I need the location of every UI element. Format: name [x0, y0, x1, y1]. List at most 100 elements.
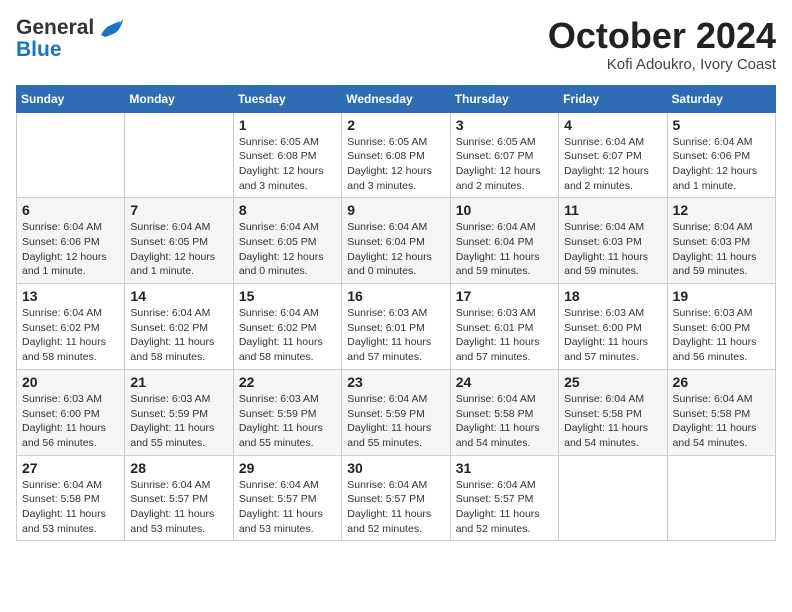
day-info: Sunrise: 6:04 AM Sunset: 6:06 PM Dayligh… — [673, 135, 770, 194]
calendar-table: SundayMondayTuesdayWednesdayThursdayFrid… — [16, 85, 776, 542]
day-number: 25 — [564, 374, 661, 390]
day-number: 27 — [22, 460, 119, 476]
day-number: 1 — [239, 117, 336, 133]
calendar-cell: 23Sunrise: 6:04 AM Sunset: 5:59 PM Dayli… — [342, 369, 450, 455]
weekday-header-row: SundayMondayTuesdayWednesdayThursdayFrid… — [17, 85, 776, 112]
calendar-cell: 26Sunrise: 6:04 AM Sunset: 5:58 PM Dayli… — [667, 369, 775, 455]
calendar-week-row-5: 27 Sunrise: 6:04 AM Sunset: 5:58 PM Dayli… — [17, 455, 776, 541]
calendar-cell: 11Sunrise: 6:04 AM Sunset: 6:03 PM Dayli… — [559, 198, 667, 284]
day-number: 8 — [239, 202, 336, 218]
day-number: 16 — [347, 288, 444, 304]
day-number: 18 — [564, 288, 661, 304]
day-info: Sunrise: 6:04 AM Sunset: 5:58 PM Dayligh… — [673, 392, 770, 451]
day-number: 13 — [22, 288, 119, 304]
calendar-cell: 14Sunrise: 6:04 AM Sunset: 6:02 PM Dayli… — [125, 284, 233, 370]
day-info: Sunrise: 6:03 AM Sunset: 6:00 PM Dayligh… — [22, 392, 119, 451]
day-info: Sunrise: 6:05 AM Sunset: 6:08 PM Dayligh… — [347, 135, 444, 194]
day-info: Sunrise: 6:03 AM Sunset: 6:00 PM Dayligh… — [673, 306, 770, 365]
day-number: 23 — [347, 374, 444, 390]
day-number: 22 — [239, 374, 336, 390]
weekday-header-wednesday: Wednesday — [342, 85, 450, 112]
logo: General Blue — [16, 16, 125, 62]
day-number: 19 — [673, 288, 770, 304]
day-info: Sunrise: 6:04 AM Sunset: 5:58 PM Dayligh… — [564, 392, 661, 451]
day-info: Sunrise: 6:04 AM Sunset: 6:04 PM Dayligh… — [456, 220, 553, 279]
calendar-week-row-2: 6 Sunrise: 6:04 AM Sunset: 6:06 PM Daylig… — [17, 198, 776, 284]
title-area: October 2024 Kofi Adoukro, Ivory Coast — [548, 16, 776, 73]
weekday-header-tuesday: Tuesday — [233, 85, 341, 112]
day-info: Sunrise: 6:04 AM Sunset: 5:58 PM Dayligh… — [456, 392, 553, 451]
calendar-cell — [125, 112, 233, 198]
calendar-cell — [17, 112, 125, 198]
calendar-cell: 3 Sunrise: 6:05 AM Sunset: 6:07 PM Daylig… — [450, 112, 558, 198]
day-info: Sunrise: 6:04 AM Sunset: 6:03 PM Dayligh… — [564, 220, 661, 279]
calendar-cell: 31 Sunrise: 6:04 AM Sunset: 5:57 PM Dayli… — [450, 455, 558, 541]
calendar-cell: 29 Sunrise: 6:04 AM Sunset: 5:57 PM Dayli… — [233, 455, 341, 541]
weekday-header-saturday: Saturday — [667, 85, 775, 112]
calendar-cell: 19 Sunrise: 6:03 AM Sunset: 6:00 PM Dayli… — [667, 284, 775, 370]
day-info: Sunrise: 6:04 AM Sunset: 5:57 PM Dayligh… — [347, 478, 444, 537]
day-info: Sunrise: 6:04 AM Sunset: 5:57 PM Dayligh… — [239, 478, 336, 537]
calendar-cell: 20 Sunrise: 6:03 AM Sunset: 6:00 PM Dayli… — [17, 369, 125, 455]
calendar-cell: 9 Sunrise: 6:04 AM Sunset: 6:04 PM Daylig… — [342, 198, 450, 284]
weekday-header-monday: Monday — [125, 85, 233, 112]
day-info: Sunrise: 6:04 AM Sunset: 6:06 PM Dayligh… — [22, 220, 119, 279]
day-info: Sunrise: 6:05 AM Sunset: 6:07 PM Dayligh… — [456, 135, 553, 194]
calendar-week-row-3: 13 Sunrise: 6:04 AM Sunset: 6:02 PM Dayli… — [17, 284, 776, 370]
day-number: 10 — [456, 202, 553, 218]
day-number: 4 — [564, 117, 661, 133]
logo-bird-icon — [97, 17, 125, 39]
logo-blue-text: Blue — [16, 38, 62, 62]
calendar-cell: 12Sunrise: 6:04 AM Sunset: 6:03 PM Dayli… — [667, 198, 775, 284]
day-info: Sunrise: 6:04 AM Sunset: 6:02 PM Dayligh… — [239, 306, 336, 365]
day-number: 7 — [130, 202, 227, 218]
day-info: Sunrise: 6:05 AM Sunset: 6:08 PM Dayligh… — [239, 135, 336, 194]
calendar-cell: 27 Sunrise: 6:04 AM Sunset: 5:58 PM Dayli… — [17, 455, 125, 541]
calendar-cell: 8 Sunrise: 6:04 AM Sunset: 6:05 PM Daylig… — [233, 198, 341, 284]
calendar-cell: 16 Sunrise: 6:03 AM Sunset: 6:01 PM Dayli… — [342, 284, 450, 370]
day-number: 21 — [130, 374, 227, 390]
day-info: Sunrise: 6:04 AM Sunset: 6:05 PM Dayligh… — [239, 220, 336, 279]
day-number: 29 — [239, 460, 336, 476]
day-info: Sunrise: 6:03 AM Sunset: 5:59 PM Dayligh… — [239, 392, 336, 451]
day-info: Sunrise: 6:04 AM Sunset: 5:57 PM Dayligh… — [456, 478, 553, 537]
day-info: Sunrise: 6:03 AM Sunset: 6:01 PM Dayligh… — [456, 306, 553, 365]
day-info: Sunrise: 6:04 AM Sunset: 6:02 PM Dayligh… — [22, 306, 119, 365]
calendar-cell: 5 Sunrise: 6:04 AM Sunset: 6:06 PM Daylig… — [667, 112, 775, 198]
day-info: Sunrise: 6:03 AM Sunset: 5:59 PM Dayligh… — [130, 392, 227, 451]
day-info: Sunrise: 6:03 AM Sunset: 6:00 PM Dayligh… — [564, 306, 661, 365]
day-info: Sunrise: 6:03 AM Sunset: 6:01 PM Dayligh… — [347, 306, 444, 365]
day-number: 30 — [347, 460, 444, 476]
day-number: 17 — [456, 288, 553, 304]
day-info: Sunrise: 6:04 AM Sunset: 5:58 PM Dayligh… — [22, 478, 119, 537]
calendar-cell — [667, 455, 775, 541]
day-number: 3 — [456, 117, 553, 133]
day-number: 12 — [673, 202, 770, 218]
day-number: 5 — [673, 117, 770, 133]
calendar-cell: 21 Sunrise: 6:03 AM Sunset: 5:59 PM Dayli… — [125, 369, 233, 455]
day-number: 31 — [456, 460, 553, 476]
location-title: Kofi Adoukro, Ivory Coast — [548, 56, 776, 73]
day-number: 15 — [239, 288, 336, 304]
day-info: Sunrise: 6:04 AM Sunset: 5:57 PM Dayligh… — [130, 478, 227, 537]
logo-general-text: General — [16, 16, 94, 40]
weekday-header-sunday: Sunday — [17, 85, 125, 112]
calendar-cell: 13 Sunrise: 6:04 AM Sunset: 6:02 PM Dayli… — [17, 284, 125, 370]
weekday-header-thursday: Thursday — [450, 85, 558, 112]
day-number: 14 — [130, 288, 227, 304]
calendar-cell: 18 Sunrise: 6:03 AM Sunset: 6:00 PM Dayli… — [559, 284, 667, 370]
day-number: 9 — [347, 202, 444, 218]
calendar-cell: 22 Sunrise: 6:03 AM Sunset: 5:59 PM Dayli… — [233, 369, 341, 455]
calendar-cell: 25 Sunrise: 6:04 AM Sunset: 5:58 PM Dayli… — [559, 369, 667, 455]
day-number: 6 — [22, 202, 119, 218]
calendar-cell: 6 Sunrise: 6:04 AM Sunset: 6:06 PM Daylig… — [17, 198, 125, 284]
weekday-header-friday: Friday — [559, 85, 667, 112]
calendar-cell: 4Sunrise: 6:04 AM Sunset: 6:07 PM Daylig… — [559, 112, 667, 198]
day-number: 2 — [347, 117, 444, 133]
calendar-cell: 2 Sunrise: 6:05 AM Sunset: 6:08 PM Daylig… — [342, 112, 450, 198]
day-number: 24 — [456, 374, 553, 390]
day-number: 20 — [22, 374, 119, 390]
calendar-cell: 17 Sunrise: 6:03 AM Sunset: 6:01 PM Dayli… — [450, 284, 558, 370]
calendar-cell: 30 Sunrise: 6:04 AM Sunset: 5:57 PM Dayli… — [342, 455, 450, 541]
day-info: Sunrise: 6:04 AM Sunset: 6:04 PM Dayligh… — [347, 220, 444, 279]
